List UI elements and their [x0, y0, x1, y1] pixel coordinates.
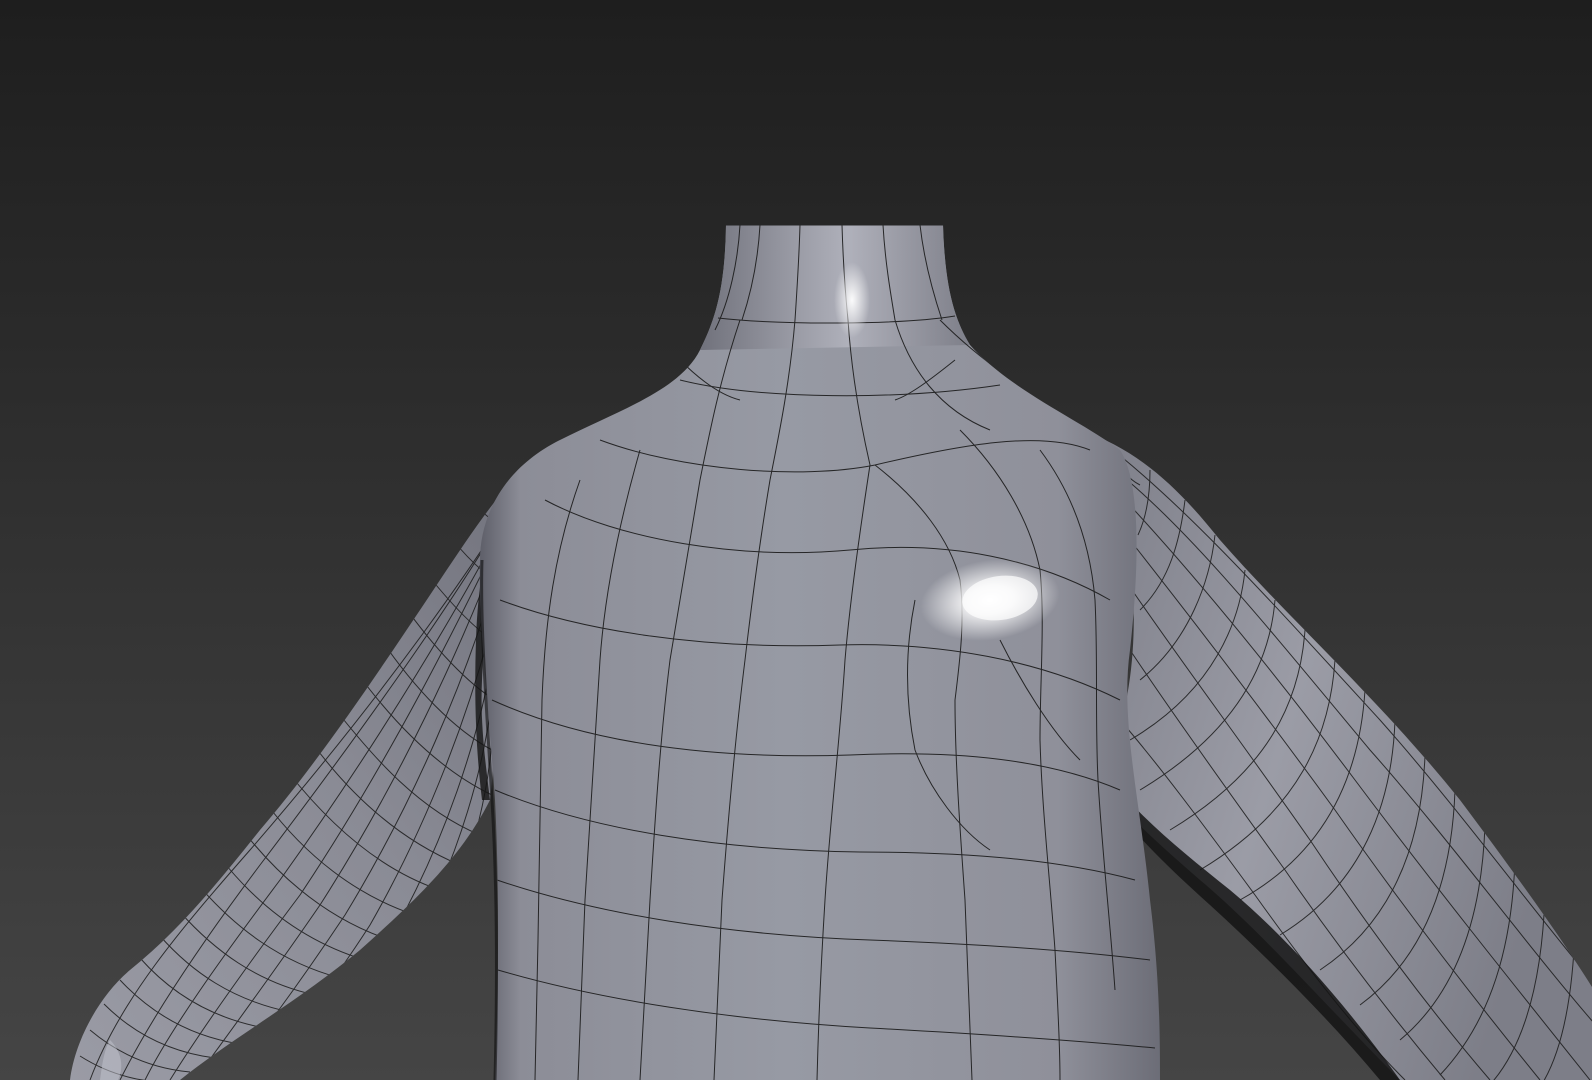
viewport-canvas[interactable]: [0, 0, 1592, 1080]
neck-specular-highlight: [834, 262, 870, 338]
3d-viewport[interactable]: [0, 0, 1592, 1080]
